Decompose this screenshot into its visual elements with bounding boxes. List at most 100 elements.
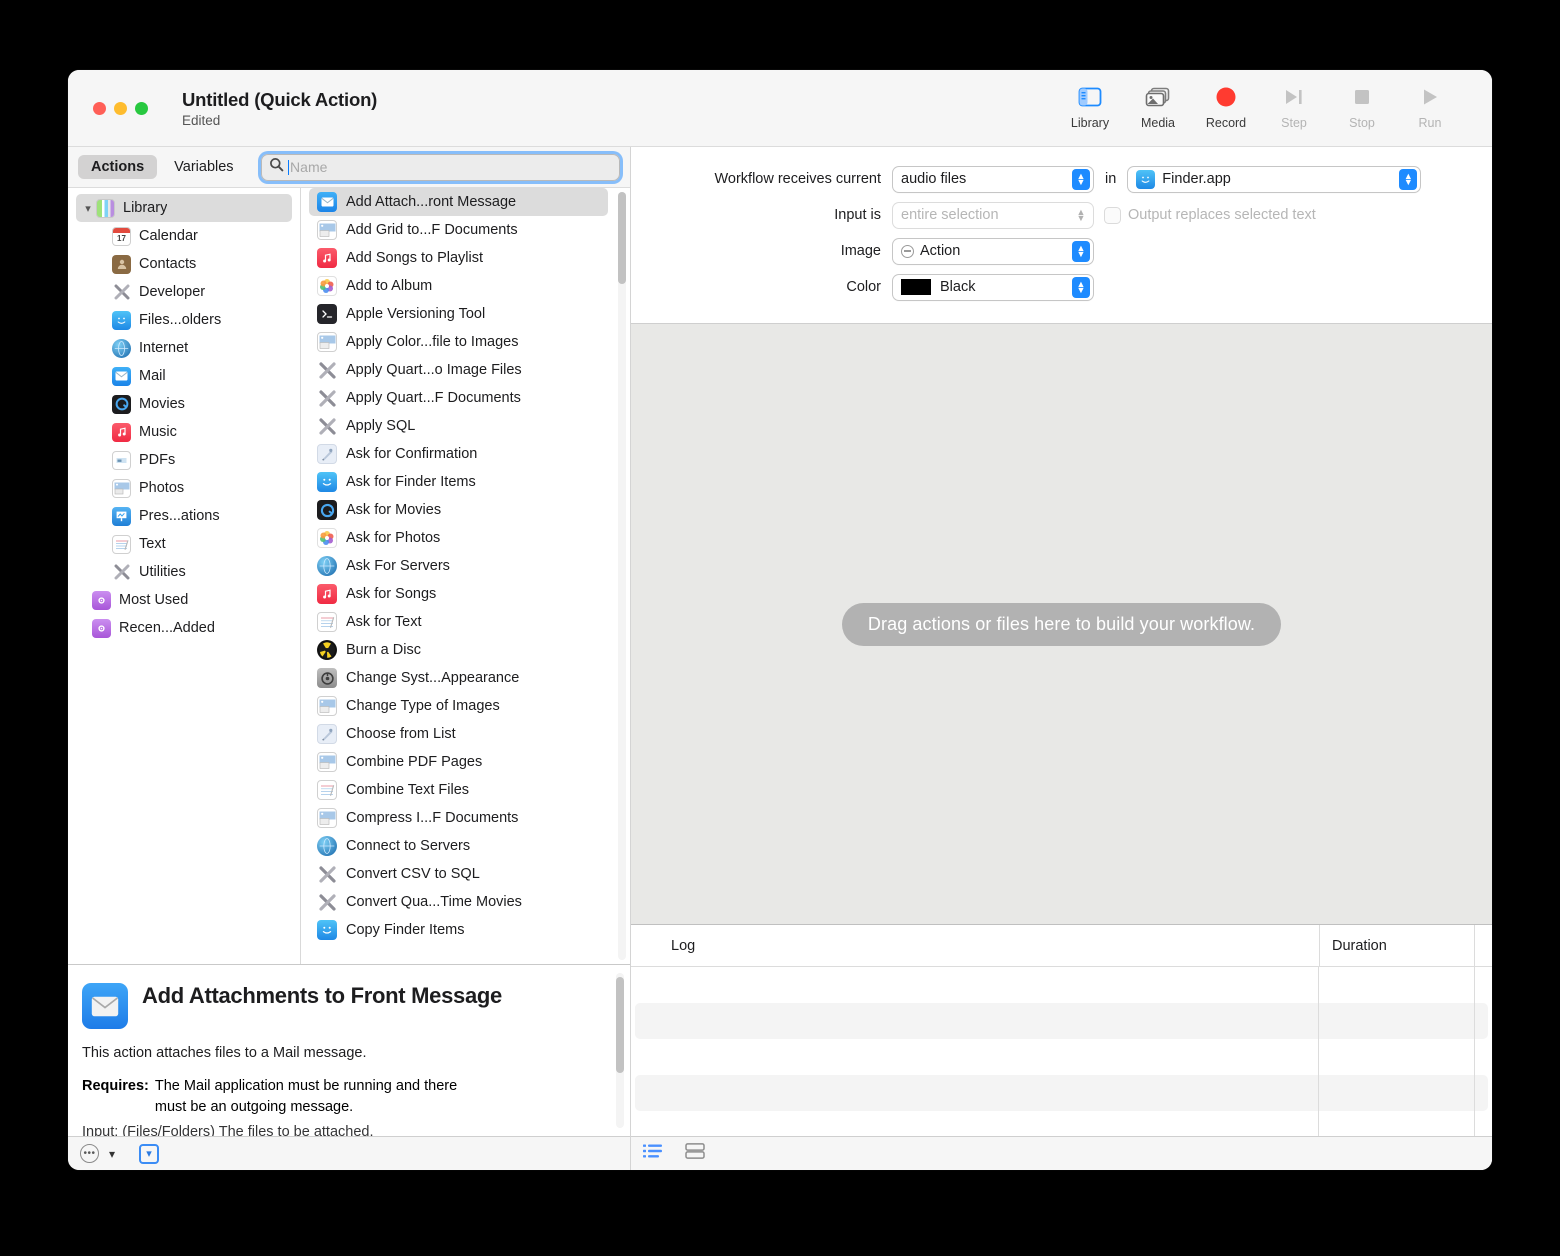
action-list-item[interactable]: Connect to Servers — [301, 832, 608, 860]
action-list-item[interactable]: Convert Qua...Time Movies — [301, 888, 608, 916]
actions-list[interactable]: Add Attach...ront Message Add Grid to...F… — [301, 188, 630, 964]
toolbar-run-button[interactable]: Run — [1396, 84, 1464, 130]
toolbar-media-button[interactable]: Media — [1124, 84, 1192, 130]
action-list-item[interactable]: Change Syst...Appearance — [301, 664, 608, 692]
action-list-item-label: Connect to Servers — [346, 838, 471, 854]
action-list-item[interactable]: Combine Text Files — [301, 776, 608, 804]
toolbar-stop-button[interactable]: Stop — [1328, 84, 1396, 130]
split-view-icon[interactable] — [685, 1143, 705, 1164]
workflow-app-value: Finder.app — [1162, 171, 1231, 187]
action-list-item[interactable]: Ask for Finder Items — [301, 468, 608, 496]
sidebar-item-recently-added[interactable]: Recen...Added — [68, 614, 300, 642]
workflow-app-select[interactable]: Finder.app ▲ ▼ — [1128, 166, 1421, 192]
toolbar-run-label: Run — [1418, 116, 1442, 130]
output-replaces-checkbox-row[interactable]: Output replaces selected text — [1105, 207, 1316, 223]
syspref-icon — [317, 668, 337, 688]
sidebar-item-presentations[interactable]: Pres...ations — [68, 502, 300, 530]
action-list-item[interactable]: Compress I...F Documents — [301, 804, 608, 832]
action-list-item[interactable]: Ask For Servers — [301, 552, 608, 580]
calendar-icon: 17 — [112, 226, 131, 246]
action-list-item-label: Apply SQL — [346, 418, 416, 434]
sidebar-item-developer[interactable]: Developer — [68, 278, 300, 306]
action-list-item[interactable]: Copy Finder Items — [301, 916, 608, 944]
developer-icon — [317, 864, 337, 884]
sidebar-item-files-and-folders[interactable]: Files...olders — [68, 306, 300, 334]
action-list-item[interactable]: Choose from List — [301, 720, 608, 748]
action-list-item[interactable]: Add Attach...ront Message — [309, 188, 608, 216]
action-list-item[interactable]: Add Grid to...F Documents — [301, 216, 608, 244]
sidebar-item-library[interactable]: ▾ Library — [76, 194, 292, 222]
output-replaces-checkbox[interactable] — [1105, 207, 1120, 223]
input-is-select[interactable]: entire selection ▲ ▼ — [893, 202, 1093, 228]
duration-column-header[interactable]: Duration — [1319, 925, 1474, 966]
action-list-item[interactable]: Apply Quart...o Image Files — [301, 356, 608, 384]
close-button[interactable] — [93, 101, 106, 115]
image-select[interactable]: Action ▲ ▼ — [893, 238, 1093, 264]
actions-scrollbar-thumb[interactable] — [618, 192, 626, 284]
description-header: Add Attachments to Front Message — [82, 983, 610, 1029]
action-list-item[interactable]: Apple Versioning Tool — [301, 300, 608, 328]
sidebar-item-mail[interactable]: Mail — [68, 362, 300, 390]
table-row[interactable] — [635, 1003, 1488, 1039]
description-toggle-button[interactable]: ▾ — [139, 1143, 160, 1164]
tab-actions[interactable]: Actions — [78, 155, 158, 179]
action-list-item[interactable]: Ask for Songs — [301, 580, 608, 608]
smart-folder-icon — [92, 590, 111, 610]
sidebar-item-calendar[interactable]: 17 Calendar — [68, 222, 300, 250]
action-list-item[interactable]: Apply Color...file to Images — [301, 328, 608, 356]
action-list-item-label: Add Grid to...F Documents — [346, 222, 518, 238]
chevron-updown-icon[interactable]: ▲ ▼ — [1072, 240, 1090, 262]
sidebar-item-pdfs[interactable]: PDFs — [68, 446, 300, 474]
sidebar-item-photos[interactable]: Photos — [68, 474, 300, 502]
tab-variables[interactable]: Variables — [161, 155, 246, 179]
action-list-item[interactable]: Change Type of Images — [301, 692, 608, 720]
chevron-down-icon[interactable]: ▾ — [109, 1147, 115, 1161]
action-list-item[interactable]: Apply SQL — [301, 412, 608, 440]
sidebar-item-internet[interactable]: Internet — [68, 334, 300, 362]
search-field[interactable]: Name — [260, 153, 620, 181]
table-row[interactable] — [631, 967, 1492, 1003]
action-list-item[interactable]: Ask for Text — [301, 608, 608, 636]
action-list-item[interactable]: Combine PDF Pages — [301, 748, 608, 776]
chevron-updown-icon[interactable]: ▲ ▼ — [1072, 276, 1090, 298]
chevron-updown-icon[interactable]: ▲ ▼ — [1399, 168, 1418, 190]
automator-icon — [317, 724, 337, 744]
action-list-item[interactable]: Apply Quart...F Documents — [301, 384, 608, 412]
workflow-receives-select[interactable]: audio files ▲ ▼ — [893, 166, 1093, 192]
sidebar-item-utilities[interactable]: Utilities — [68, 558, 300, 586]
sidebar-item-text[interactable]: Text — [68, 530, 300, 558]
action-list-item[interactable]: Add to Album — [301, 272, 608, 300]
log-table-rows[interactable] — [631, 967, 1492, 1136]
more-options-icon[interactable]: ••• — [80, 1144, 99, 1163]
table-row[interactable] — [631, 1111, 1492, 1136]
toolbar-library-label: Library — [1070, 116, 1110, 130]
workflow-canvas[interactable]: Drag actions or files here to build your… — [631, 324, 1492, 924]
list-view-icon[interactable] — [643, 1143, 663, 1164]
action-list-item[interactable]: Ask for Movies — [301, 496, 608, 524]
description-scrollbar-thumb[interactable] — [616, 977, 624, 1073]
color-select[interactable]: Black ▲ ▼ — [893, 274, 1093, 300]
toolbar-step-button[interactable]: Step — [1260, 84, 1328, 130]
action-list-item[interactable]: Convert CSV to SQL — [301, 860, 608, 888]
action-list-item[interactable]: Ask for Photos — [301, 524, 608, 552]
log-column-header[interactable]: Log — [631, 938, 1319, 954]
description-scrollbar[interactable] — [616, 973, 624, 1128]
action-list-item[interactable]: Ask for Confirmation — [301, 440, 608, 468]
actions-scrollbar[interactable] — [618, 192, 626, 960]
chevron-down-icon[interactable]: ▾ — [80, 202, 96, 215]
maximize-button[interactable] — [135, 101, 148, 115]
table-row[interactable] — [631, 1039, 1492, 1075]
table-row[interactable] — [635, 1075, 1488, 1111]
action-list-item[interactable]: Burn a Disc — [301, 636, 608, 664]
action-list-item-label: Convert CSV to SQL — [346, 866, 480, 882]
action-list-item[interactable]: Add Songs to Playlist — [301, 244, 608, 272]
toolbar-record-button[interactable]: Record — [1192, 84, 1260, 130]
workflow-receives-label: Workflow receives current — [714, 171, 881, 187]
sidebar-item-music[interactable]: Music — [68, 418, 300, 446]
sidebar-item-contacts[interactable]: Contacts — [68, 250, 300, 278]
toolbar-library-button[interactable]: Library — [1056, 84, 1124, 130]
sidebar-item-movies[interactable]: Movies — [68, 390, 300, 418]
minimize-button[interactable] — [114, 101, 127, 115]
sidebar-item-most-used[interactable]: Most Used — [68, 586, 300, 614]
chevron-updown-icon[interactable]: ▲ ▼ — [1072, 168, 1090, 190]
